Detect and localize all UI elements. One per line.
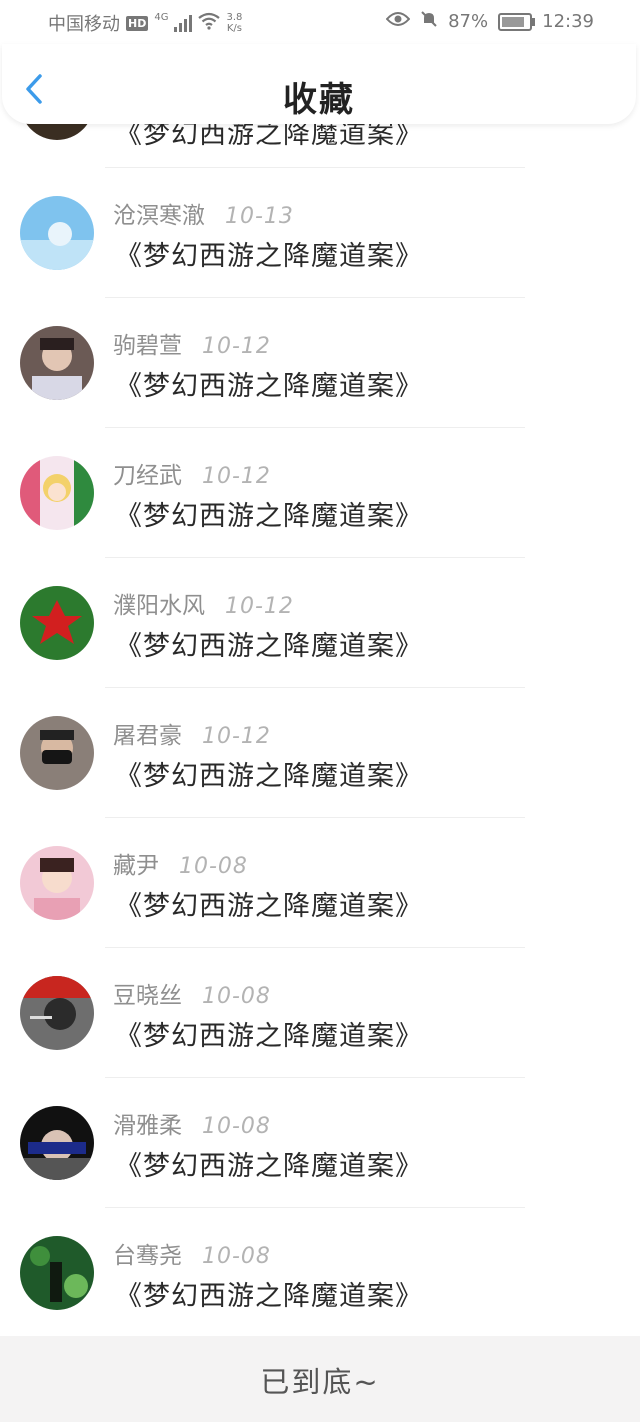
item-date: 10-12	[225, 594, 294, 619]
network-type: 4G	[154, 11, 169, 23]
speed-unit: K/s	[226, 23, 242, 34]
item-meta: 屠君豪 10-12	[113, 716, 271, 750]
avatar[interactable]	[20, 1106, 94, 1180]
user-name[interactable]: 豆晓丝	[113, 976, 182, 1010]
end-of-list-text: 已到底~	[260, 1365, 380, 1399]
network-speed: 3.8 K/s	[226, 12, 242, 34]
item-date: 10-12	[202, 724, 271, 749]
clock-time: 12:39	[542, 11, 594, 32]
avatar[interactable]	[20, 716, 94, 790]
item-date: 10-08	[202, 1114, 271, 1139]
list-item[interactable]: 豆晓丝 10-08 《梦幻西游之降魔道案》	[0, 948, 640, 1078]
favorite-title[interactable]: 《梦幻西游之降魔道案》	[115, 624, 423, 663]
item-meta: 驹碧萱 10-12	[113, 326, 271, 360]
avatar[interactable]	[20, 456, 94, 530]
list-item[interactable]: 驹碧萱 10-12 《梦幻西游之降魔道案》	[0, 298, 640, 428]
item-meta: 刀经武 10-12	[113, 456, 271, 490]
item-meta: 沧溟寒澈 10-13	[113, 196, 294, 230]
list-item[interactable]: 藏尹 10-08 《梦幻西游之降魔道案》	[0, 818, 640, 948]
user-name[interactable]: 藏尹	[113, 846, 159, 880]
favorites-screen: 《梦幻西游之降魔道案》 沧溟寒澈 10-13 《梦幻西游之降魔道案》 驹碧萱 1…	[0, 0, 640, 1422]
avatar[interactable]	[20, 976, 94, 1050]
item-date: 10-12	[202, 334, 271, 359]
eye-icon	[385, 11, 411, 32]
item-date: 10-13	[225, 204, 294, 229]
list-end-footer: 已到底~	[0, 1336, 640, 1422]
item-date: 10-08	[179, 854, 248, 879]
list-item[interactable]: 台骞尧 10-08 《梦幻西游之降魔道案》	[0, 1208, 640, 1338]
carrier-name: 中国移动	[48, 14, 120, 35]
battery-icon	[498, 12, 536, 31]
user-name[interactable]: 滑雅柔	[113, 1106, 182, 1140]
user-name[interactable]: 驹碧萱	[113, 326, 182, 360]
status-left: 中国移动 HD 4G 3.8 K/s	[48, 10, 242, 36]
mute-bell-icon	[420, 10, 438, 33]
user-name[interactable]: 台骞尧	[113, 1236, 182, 1270]
list-item[interactable]: 滑雅柔 10-08 《梦幻西游之降魔道案》	[0, 1078, 640, 1208]
item-date: 10-08	[202, 1244, 271, 1269]
speed-value: 3.8	[226, 12, 243, 23]
page-title: 收藏	[283, 80, 355, 120]
list-item[interactable]: 沧溟寒澈 10-13 《梦幻西游之降魔道案》	[0, 168, 640, 298]
avatar[interactable]	[20, 846, 94, 920]
list-item[interactable]: 濮阳水风 10-12 《梦幻西游之降魔道案》	[0, 558, 640, 688]
user-name[interactable]: 濮阳水风	[113, 586, 205, 620]
status-right: 87% 12:39	[385, 10, 594, 33]
top-nav-bar: 收藏	[2, 44, 636, 124]
list-item[interactable]: 刀经武 10-12 《梦幻西游之降魔道案》	[0, 428, 640, 558]
favorite-title[interactable]: 《梦幻西游之降魔道案》	[115, 364, 423, 403]
hd-icon: HD	[126, 15, 149, 31]
item-meta: 滑雅柔 10-08	[113, 1106, 271, 1140]
item-date: 10-08	[202, 984, 271, 1009]
favorite-title[interactable]: 《梦幻西游之降魔道案》	[115, 494, 423, 533]
wifi-icon	[198, 12, 221, 35]
favorite-title[interactable]: 《梦幻西游之降魔道案》	[115, 1014, 423, 1053]
user-name[interactable]: 沧溟寒澈	[113, 196, 205, 230]
avatar[interactable]	[20, 326, 94, 400]
list-item[interactable]: 屠君豪 10-12 《梦幻西游之降魔道案》	[0, 688, 640, 818]
favorite-title[interactable]: 《梦幻西游之降魔道案》	[115, 1144, 423, 1183]
user-name[interactable]: 屠君豪	[113, 716, 182, 750]
item-meta: 濮阳水风 10-12	[113, 586, 294, 620]
favorite-title[interactable]: 《梦幻西游之降魔道案》	[115, 234, 423, 273]
status-bar: 中国移动 HD 4G 3.8 K/s 87% 12:39	[0, 0, 640, 44]
avatar[interactable]	[20, 586, 94, 660]
item-meta: 台骞尧 10-08	[113, 1236, 271, 1270]
favorite-title[interactable]: 《梦幻西游之降魔道案》	[115, 884, 423, 923]
item-date: 10-12	[202, 464, 271, 489]
battery-percent: 87%	[448, 11, 489, 32]
user-name[interactable]: 刀经武	[113, 456, 182, 490]
item-meta: 豆晓丝 10-08	[113, 976, 271, 1010]
avatar[interactable]	[20, 1236, 94, 1310]
favorite-title[interactable]: 《梦幻西游之降魔道案》	[115, 754, 423, 793]
item-meta: 藏尹 10-08	[113, 846, 248, 880]
signal-icon	[174, 14, 193, 32]
favorite-title[interactable]: 《梦幻西游之降魔道案》	[115, 1274, 423, 1313]
avatar[interactable]	[20, 196, 94, 270]
